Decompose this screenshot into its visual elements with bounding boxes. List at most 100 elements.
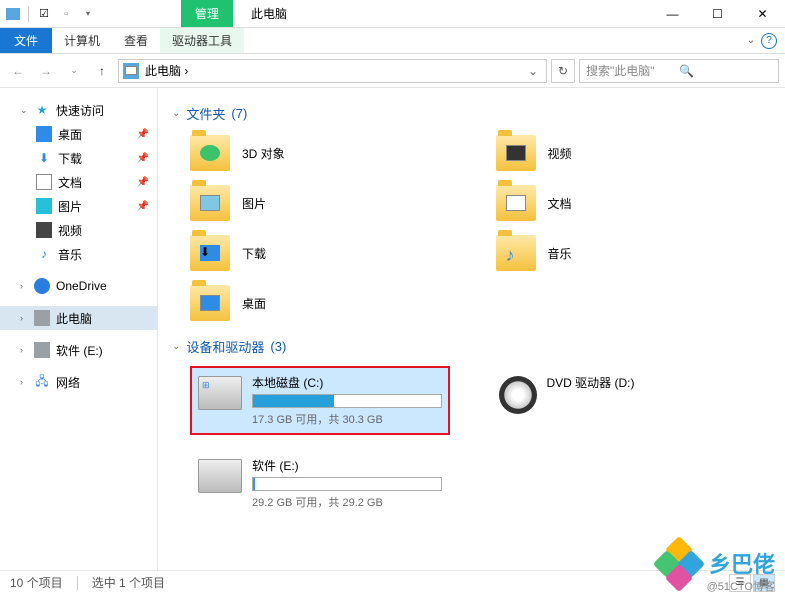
dvd-icon (499, 376, 537, 414)
folder-3d-objects[interactable]: 3D 对象 (190, 133, 466, 173)
folder-documents[interactable]: 文档 (496, 183, 772, 223)
group-folders-header[interactable]: ⌄ 文件夹 (7) (172, 104, 771, 123)
group-drives-count: (3) (270, 339, 286, 354)
sidebar-this-pc[interactable]: ›此电脑 (0, 306, 157, 330)
group-folders-label: 文件夹 (186, 104, 225, 123)
drive-d-dvd[interactable]: DVD 驱动器 (D:) (491, 366, 751, 435)
pin-icon: 📌 (137, 177, 149, 188)
sidebar-item-downloads[interactable]: ⬇下载📌 (0, 146, 157, 170)
main-area: ⌄ ★ 快速访问 桌面📌 ⬇下载📌 文档📌 图片📌 视频 ♪音乐 ›OneDri… (0, 88, 785, 570)
drive-stats: 29.2 GB 可用，共 29.2 GB (252, 494, 442, 510)
qat-dropdown-icon[interactable]: ▾ (79, 5, 97, 23)
drive-icon (34, 342, 50, 358)
sidebar-item-videos[interactable]: 视频 (0, 218, 157, 242)
forward-button[interactable]: → (34, 59, 58, 83)
videos-icon (36, 222, 52, 238)
quick-access-toolbar: ☑ ▫ ▾ (0, 0, 101, 27)
content-pane: ⌄ 文件夹 (7) 3D 对象 视频 图片 文档 ⬇下载 ♪音乐 桌面 ⌄ 设备… (158, 88, 785, 570)
desktop-icon (36, 126, 52, 142)
maximize-button[interactable]: ☐ (695, 0, 740, 27)
properties-icon[interactable]: ▫ (57, 5, 75, 23)
sidebar-software-drive[interactable]: ›软件 (E:) (0, 338, 157, 362)
folder-icon (190, 185, 230, 221)
separator (28, 6, 29, 22)
drive-c[interactable]: ⊞ 本地磁盘 (C:) 17.3 GB 可用，共 30.3 GB (190, 366, 450, 435)
pin-icon: 📌 (137, 153, 149, 164)
file-tab[interactable]: 文件 (0, 28, 52, 53)
sidebar-quick-access[interactable]: ⌄ ★ 快速访问 (0, 98, 157, 122)
network-icon: 🖧 (34, 374, 50, 390)
drive-stats: 17.3 GB 可用，共 30.3 GB (252, 411, 442, 427)
group-drives-header[interactable]: ⌄ 设备和驱动器 (3) (172, 337, 771, 356)
recent-dropdown[interactable]: ⌄ (62, 59, 86, 83)
checkbox-icon[interactable]: ☑ (35, 5, 53, 23)
search-input[interactable]: 搜索"此电脑" 🔍 (579, 59, 779, 83)
folder-videos[interactable]: 视频 (496, 133, 772, 173)
storage-bar (252, 477, 442, 491)
drive-label: 本地磁盘 (C:) (252, 374, 442, 391)
address-bar-row: ← → ⌄ ↑ 此电脑 › ⌄ ↻ 搜索"此电脑" 🔍 (0, 54, 785, 88)
folder-downloads[interactable]: ⬇下载 (190, 233, 466, 273)
sidebar-network[interactable]: ›🖧网络 (0, 370, 157, 394)
pin-icon: 📌 (137, 201, 149, 212)
search-placeholder: 搜索"此电脑" (586, 62, 679, 79)
search-icon[interactable]: 🔍 (679, 64, 772, 78)
address-dropdown-icon[interactable]: ⌄ (524, 64, 542, 78)
folder-music[interactable]: ♪音乐 (496, 233, 772, 273)
pin-icon: 📌 (137, 129, 149, 140)
folder-icon (190, 285, 230, 321)
tab-view[interactable]: 查看 (112, 28, 160, 53)
expand-ribbon-icon[interactable]: ⌄ (747, 35, 755, 46)
address-path[interactable]: 此电脑 › (145, 62, 524, 79)
close-button[interactable]: ✕ (740, 0, 785, 27)
sidebar-onedrive[interactable]: ›OneDrive (0, 274, 157, 298)
folder-pictures[interactable]: 图片 (190, 183, 466, 223)
folders-grid: 3D 对象 视频 图片 文档 ⬇下载 ♪音乐 桌面 (190, 133, 771, 323)
up-button[interactable]: ↑ (90, 59, 114, 83)
minimize-button[interactable]: — (650, 0, 695, 27)
navigation-pane: ⌄ ★ 快速访问 桌面📌 ⬇下载📌 文档📌 图片📌 视频 ♪音乐 ›OneDri… (0, 88, 158, 570)
folder-icon: ⬇ (190, 235, 230, 271)
drive-label: DVD 驱动器 (D:) (547, 374, 743, 391)
hdd-icon (198, 459, 242, 493)
drive-e[interactable]: 软件 (E:) 29.2 GB 可用，共 29.2 GB (190, 449, 450, 518)
folder-desktop[interactable]: 桌面 (190, 283, 466, 323)
location-icon (123, 63, 139, 79)
selection-count: 选中 1 个项目 (92, 574, 165, 591)
group-folders-count: (7) (231, 106, 247, 121)
group-drives-label: 设备和驱动器 (186, 337, 264, 356)
pc-icon (34, 310, 50, 326)
documents-icon (36, 174, 52, 190)
sidebar-item-desktop[interactable]: 桌面📌 (0, 122, 157, 146)
sidebar-item-music[interactable]: ♪音乐 (0, 242, 157, 266)
chevron-down-icon[interactable]: ⌄ (20, 105, 28, 116)
pictures-icon (36, 198, 52, 214)
folder-icon (190, 135, 230, 171)
address-box[interactable]: 此电脑 › ⌄ (118, 59, 547, 83)
chevron-right-icon[interactable]: › (20, 345, 28, 355)
chevron-right-icon[interactable]: › (20, 313, 28, 323)
chevron-right-icon[interactable]: › (20, 377, 28, 387)
drives-grid: ⊞ 本地磁盘 (C:) 17.3 GB 可用，共 30.3 GB DVD 驱动器… (190, 366, 771, 518)
back-button[interactable]: ← (6, 59, 30, 83)
refresh-button[interactable]: ↻ (551, 59, 575, 83)
app-icon[interactable] (4, 5, 22, 23)
star-icon: ★ (34, 102, 50, 118)
chevron-down-icon[interactable]: ⌄ (172, 341, 180, 352)
chevron-down-icon[interactable]: ⌄ (172, 108, 180, 119)
sidebar-item-pictures[interactable]: 图片📌 (0, 194, 157, 218)
ribbon: 文件 计算机 查看 驱动器工具 ⌄ ? (0, 28, 785, 54)
sidebar-item-documents[interactable]: 文档📌 (0, 170, 157, 194)
item-count: 10 个项目 (10, 574, 63, 591)
contextual-tab-header: 管理 (181, 0, 233, 27)
help-icon[interactable]: ? (761, 33, 777, 49)
downloads-icon: ⬇ (36, 150, 52, 166)
folder-icon (496, 185, 536, 221)
folder-icon (496, 135, 536, 171)
tab-drive-tools[interactable]: 驱动器工具 (160, 28, 244, 53)
tab-computer[interactable]: 计算机 (52, 28, 112, 53)
separator (77, 576, 78, 590)
chevron-right-icon[interactable]: › (20, 281, 28, 291)
music-icon: ♪ (36, 246, 52, 262)
storage-bar (252, 394, 442, 408)
